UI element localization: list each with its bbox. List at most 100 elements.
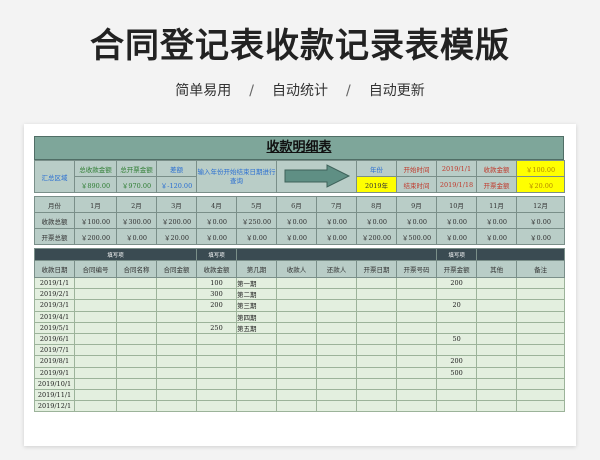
table-cell[interactable] [276, 288, 318, 301]
table-cell[interactable] [476, 377, 518, 390]
table-cell[interactable] [236, 366, 278, 379]
table-cell[interactable] [516, 332, 566, 346]
table-cell[interactable] [276, 299, 318, 312]
table-cell[interactable] [74, 377, 117, 390]
table-cell[interactable] [356, 276, 398, 290]
table-cell[interactable] [436, 400, 478, 413]
table-cell[interactable] [276, 344, 318, 357]
table-cell[interactable] [116, 310, 157, 323]
table-cell[interactable] [236, 377, 278, 390]
table-cell[interactable] [356, 288, 398, 301]
table-cell[interactable] [516, 377, 566, 390]
table-cell[interactable] [356, 344, 398, 357]
table-cell[interactable] [155, 388, 198, 402]
table-cell[interactable] [155, 288, 198, 301]
table-cell[interactable]: 2019/8/1 [34, 355, 75, 368]
table-cell[interactable] [316, 276, 358, 290]
table-cell[interactable]: 250 [196, 321, 238, 334]
table-cell[interactable] [476, 388, 518, 402]
table-cell[interactable] [236, 388, 278, 402]
table-cell[interactable] [436, 388, 478, 402]
table-cell[interactable]: 2019/6/1 [34, 332, 75, 346]
end-value[interactable]: 2019/1/18 [436, 176, 477, 193]
table-cell[interactable] [516, 400, 566, 413]
table-cell[interactable] [196, 332, 238, 346]
table-cell[interactable] [396, 400, 438, 413]
table-cell[interactable] [74, 366, 117, 379]
table-cell[interactable] [516, 366, 566, 379]
table-cell[interactable]: 2019/2/1 [34, 288, 75, 301]
table-cell[interactable]: 第四期 [236, 310, 278, 323]
table-cell[interactable] [116, 388, 157, 402]
table-cell[interactable] [516, 276, 566, 290]
table-cell[interactable] [74, 310, 117, 323]
table-cell[interactable] [155, 332, 198, 346]
table-cell[interactable] [316, 355, 358, 368]
table-cell[interactable] [316, 332, 358, 346]
table-cell[interactable] [396, 310, 438, 323]
table-cell[interactable] [116, 332, 157, 346]
table-cell[interactable] [516, 321, 566, 334]
table-cell[interactable]: 500 [436, 366, 478, 379]
table-cell[interactable] [74, 332, 117, 346]
table-cell[interactable] [155, 321, 198, 334]
table-cell[interactable] [396, 332, 438, 346]
table-cell[interactable] [396, 355, 438, 368]
table-cell[interactable] [196, 366, 238, 379]
table-cell[interactable] [316, 388, 358, 402]
table-cell[interactable] [116, 321, 157, 334]
table-cell[interactable]: 2019/11/1 [34, 388, 75, 402]
table-cell[interactable] [356, 366, 398, 379]
table-cell[interactable] [476, 355, 518, 368]
table-cell[interactable] [116, 299, 157, 312]
table-cell[interactable] [196, 310, 238, 323]
table-cell[interactable] [116, 288, 157, 301]
table-cell[interactable] [476, 366, 518, 379]
table-cell[interactable] [155, 344, 198, 357]
table-cell[interactable]: 第三期 [236, 299, 278, 312]
table-cell[interactable] [276, 377, 318, 390]
table-cell[interactable]: 2019/3/1 [34, 299, 75, 312]
table-cell[interactable] [356, 377, 398, 390]
table-cell[interactable] [436, 377, 478, 390]
table-cell[interactable]: 50 [436, 332, 478, 346]
table-cell[interactable] [476, 288, 518, 301]
table-cell[interactable] [196, 344, 238, 357]
table-cell[interactable] [316, 310, 358, 323]
table-cell[interactable]: 2019/4/1 [34, 310, 75, 323]
table-cell[interactable] [74, 276, 117, 290]
table-cell[interactable]: 2019/1/1 [34, 276, 75, 290]
table-cell[interactable] [74, 355, 117, 368]
table-cell[interactable] [316, 400, 358, 413]
table-cell[interactable]: 100 [196, 276, 238, 290]
table-cell[interactable] [74, 344, 117, 357]
table-cell[interactable] [116, 276, 157, 290]
table-cell[interactable] [356, 400, 398, 413]
table-cell[interactable] [236, 344, 278, 357]
table-cell[interactable] [316, 377, 358, 390]
table-cell[interactable] [74, 388, 117, 402]
table-cell[interactable] [155, 299, 198, 312]
table-cell[interactable] [276, 400, 318, 413]
table-cell[interactable] [155, 355, 198, 368]
table-cell[interactable]: 200 [436, 355, 478, 368]
table-cell[interactable] [316, 366, 358, 379]
table-cell[interactable] [436, 321, 478, 334]
table-cell[interactable] [516, 299, 566, 312]
table-cell[interactable]: 200 [196, 299, 238, 312]
table-cell[interactable] [276, 332, 318, 346]
table-cell[interactable] [356, 388, 398, 402]
table-cell[interactable]: 300 [196, 288, 238, 301]
table-cell[interactable] [396, 388, 438, 402]
table-cell[interactable] [196, 388, 238, 402]
table-cell[interactable] [436, 288, 478, 301]
start-value[interactable]: 2019/1/1 [436, 160, 477, 177]
table-cell[interactable] [74, 400, 117, 413]
table-cell[interactable] [436, 344, 478, 357]
table-cell[interactable] [396, 321, 438, 334]
table-cell[interactable]: 2019/12/1 [34, 400, 75, 413]
table-cell[interactable] [356, 310, 398, 323]
table-cell[interactable] [276, 321, 318, 334]
year-value[interactable]: 2019年 [356, 176, 397, 193]
table-cell[interactable] [396, 377, 438, 390]
